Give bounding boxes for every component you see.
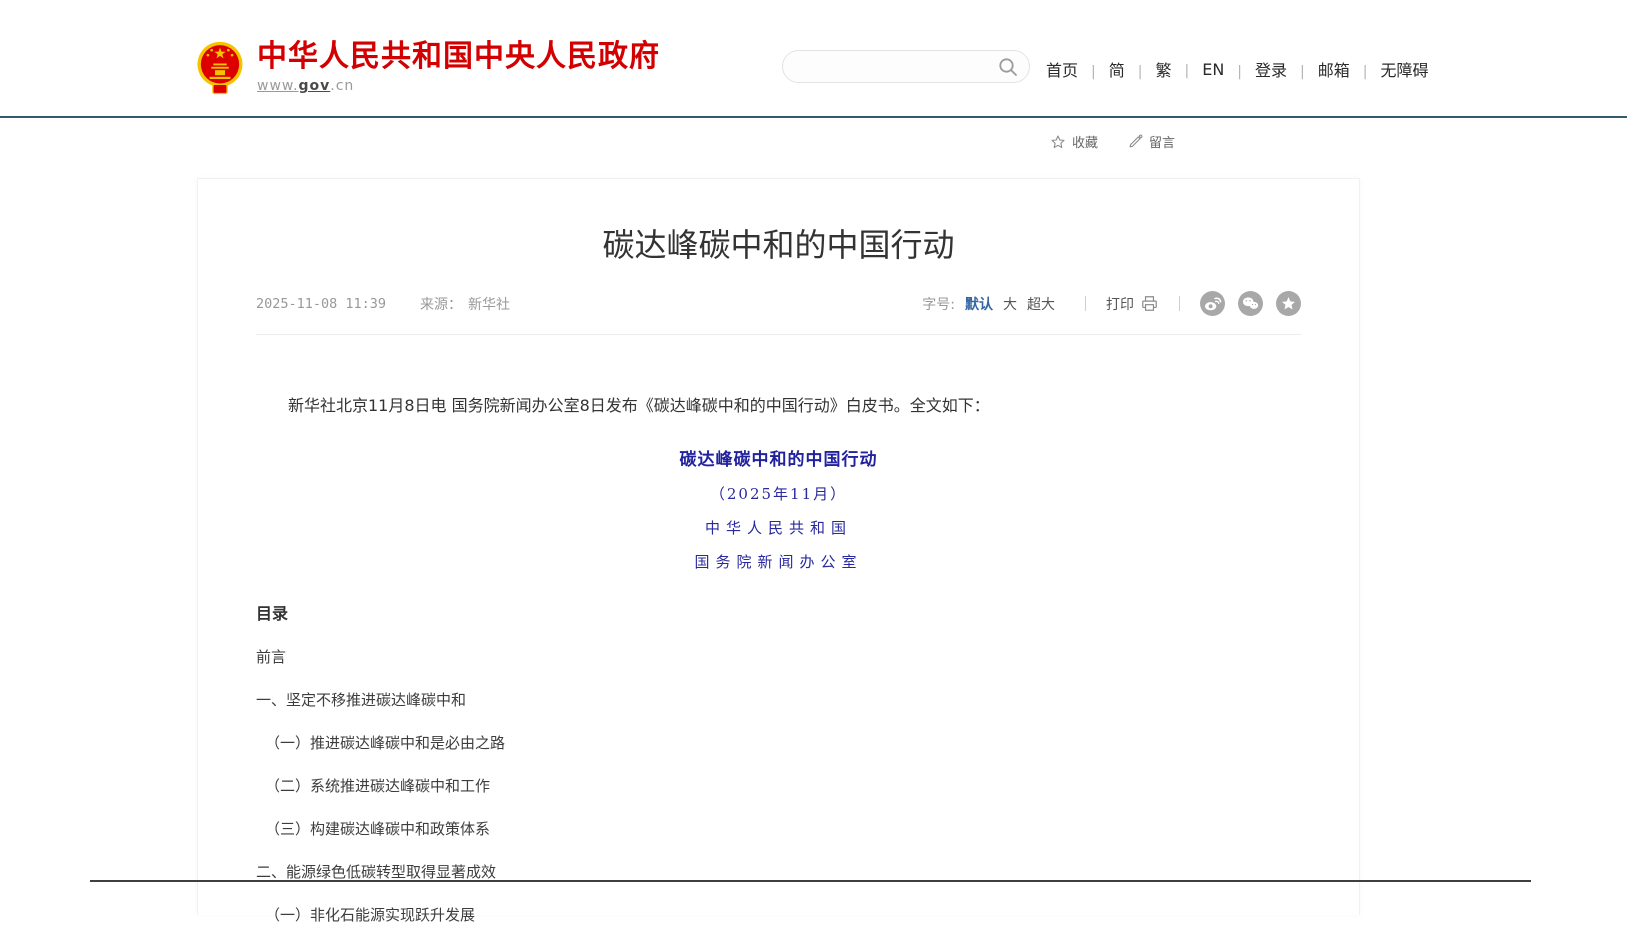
printer-icon — [1140, 294, 1159, 313]
print-button[interactable]: 打印 — [1106, 294, 1159, 314]
font-size-label: 字号: — [922, 294, 955, 314]
article-intro: 新华社北京11月8日电 国务院新闻办公室8日发布《碳达峰碳中和的中国行动》白皮书… — [256, 393, 1301, 419]
search-input[interactable] — [799, 58, 997, 76]
document-title: 碳达峰碳中和的中国行动 — [256, 445, 1301, 470]
toc-item-preface: 前言 — [256, 647, 1301, 667]
toc-item-chapter1: 一、坚定不移推进碳达峰碳中和 — [256, 690, 1301, 710]
message-label: 留言 — [1149, 132, 1175, 151]
publish-date: 2025-11-08 11:39 — [256, 296, 386, 312]
star-outline-icon — [1050, 134, 1066, 150]
site-logo[interactable]: 中华人民共和国中央人民政府 www.gov.cn — [195, 40, 660, 97]
weibo-share-icon[interactable] — [1200, 291, 1225, 316]
favorite-label: 收藏 — [1072, 132, 1098, 151]
nav-login[interactable]: 登录 — [1224, 57, 1287, 81]
share-icons — [1200, 291, 1301, 316]
nav-traditional[interactable]: 繁 — [1125, 57, 1172, 81]
font-size-xlarge[interactable]: 超大 — [1027, 294, 1055, 314]
toc-item-chapter2: 二、能源绿色低碳转型取得显著成效 — [256, 862, 1301, 882]
nav-accessibility[interactable]: 无障碍 — [1350, 57, 1429, 81]
toc-item-chapter1-3: （三）构建碳达峰碳中和政策体系 — [256, 819, 1301, 839]
article-card: 碳达峰碳中和的中国行动 2025-11-08 11:39 来源： 新华社 字号:… — [197, 178, 1360, 915]
document-date: （2025年11月） — [256, 483, 1301, 504]
china-national-emblem-icon — [195, 40, 245, 97]
nav-simplified[interactable]: 简 — [1078, 57, 1125, 81]
toc-heading: 目录 — [256, 600, 1301, 624]
search-box — [782, 50, 1030, 83]
site-url[interactable]: www.gov.cn — [257, 78, 660, 94]
source-label: 来源： — [420, 294, 462, 314]
article-meta-row: 2025-11-08 11:39 来源： 新华社 字号: 默认 大 超大 打印 — [256, 291, 1301, 335]
favorite-button[interactable]: 收藏 — [1050, 132, 1098, 151]
wechat-share-icon[interactable] — [1238, 291, 1263, 316]
nav-home[interactable]: 首页 — [1046, 57, 1078, 81]
site-title: 中华人民共和国中央人民政府 — [257, 40, 660, 74]
pencil-icon — [1128, 134, 1143, 149]
document-org-line2: 国务院新闻办公室 — [256, 551, 1301, 572]
font-size-default[interactable]: 默认 — [965, 294, 993, 314]
toc-item-chapter2-1: （一）非化石能源实现跃升发展 — [256, 905, 1301, 925]
nav-english[interactable]: EN — [1171, 60, 1224, 79]
divider — [1179, 296, 1180, 311]
site-url-gov: gov — [299, 78, 331, 94]
search-icon[interactable] — [997, 56, 1019, 78]
print-label: 打印 — [1106, 294, 1134, 314]
source-value[interactable]: 新华社 — [468, 294, 510, 314]
divider — [1085, 296, 1086, 311]
page-actions: 收藏 留言 — [1050, 132, 1175, 151]
site-url-cn: .cn — [330, 78, 354, 94]
header-nav: 首页 简 繁 EN 登录 邮箱 无障碍 — [1046, 57, 1428, 81]
document-org-line1: 中华人民共和国 — [256, 517, 1301, 538]
viewport-bottom-divider — [90, 880, 1531, 882]
message-button[interactable]: 留言 — [1128, 132, 1175, 151]
toc-item-chapter1-1: （一）推进碳达峰碳中和是必由之路 — [256, 733, 1301, 753]
site-header: 中华人民共和国中央人民政府 www.gov.cn 首页 简 繁 EN 登录 邮箱… — [0, 0, 1627, 118]
toc-item-chapter1-2: （二）系统推进碳达峰碳中和工作 — [256, 776, 1301, 796]
nav-mail[interactable]: 邮箱 — [1287, 57, 1350, 81]
article-meta-left: 2025-11-08 11:39 来源： 新华社 — [256, 294, 510, 314]
article-meta-right: 字号: 默认 大 超大 打印 — [922, 291, 1301, 316]
star-share-icon[interactable] — [1276, 291, 1301, 316]
font-size-large[interactable]: 大 — [1003, 294, 1017, 314]
site-url-www: www. — [257, 78, 299, 94]
article-title: 碳达峰碳中和的中国行动 — [256, 223, 1301, 267]
